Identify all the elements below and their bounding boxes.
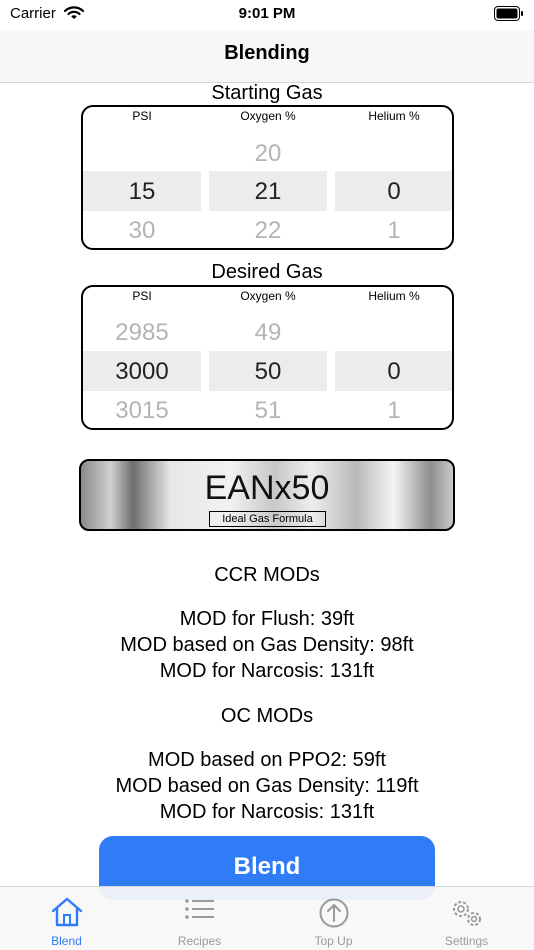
tab-recipes[interactable]: Recipes	[133, 887, 266, 950]
desired-helium-below[interactable]: 1	[335, 397, 452, 425]
status-bar: Carrier 9:01 PM	[0, 0, 534, 30]
tab-settings-label: Settings	[444, 934, 489, 948]
starting-gas-picker[interactable]: PSI Oxygen % Helium % 15 30 20 21 22 0 1	[81, 105, 454, 250]
starting-oxygen-selected[interactable]: 21	[209, 178, 327, 206]
starting-oxygen-below[interactable]: 22	[209, 217, 327, 245]
desired-psi-below[interactable]: 3015	[83, 397, 201, 425]
mix-badge: EANx50 Ideal Gas Formula	[79, 459, 455, 531]
oc-mods-title: OC MODs	[220, 705, 314, 727]
tab-blend-label: Blend	[51, 934, 82, 948]
starting-helium-header: Helium %	[368, 109, 420, 123]
oc-mod-line: MOD for Narcosis: 131ft	[159, 801, 375, 823]
starting-oxygen-header: Oxygen %	[240, 109, 296, 123]
tab-settings[interactable]: Settings	[400, 887, 533, 950]
desired-psi-above[interactable]: 2985	[83, 319, 201, 347]
tab-top-up-label: Top Up	[314, 934, 353, 948]
starting-helium-selected[interactable]: 0	[335, 178, 452, 206]
ccr-mods-title: CCR MODs	[214, 564, 320, 586]
starting-psi-below[interactable]: 30	[83, 217, 201, 245]
page-title: Blending	[224, 42, 310, 64]
desired-oxygen-below[interactable]: 51	[209, 397, 327, 425]
desired-psi-selected[interactable]: 3000	[83, 358, 201, 386]
ccr-mod-line: MOD for Narcosis: 131ft	[159, 660, 375, 682]
arrow-up-circle-icon	[319, 898, 348, 928]
desired-oxygen-selected[interactable]: 50	[209, 358, 327, 386]
tab-blend[interactable]: Blend	[0, 887, 133, 950]
desired-helium-header: Helium %	[368, 289, 420, 303]
mix-name: EANx50	[204, 469, 330, 507]
tab-top-up[interactable]: Top Up	[267, 887, 400, 950]
desired-helium-selected[interactable]: 0	[335, 358, 452, 386]
gears-icon	[452, 901, 481, 926]
desired-psi-header: PSI	[132, 289, 152, 303]
mix-formula: Ideal Gas Formula	[209, 511, 326, 527]
oc-mod-line: MOD based on PPO2: 59ft	[148, 749, 386, 771]
desired-gas-label: Desired Gas	[211, 261, 323, 283]
list-icon	[184, 899, 214, 919]
desired-oxygen-above[interactable]: 49	[209, 319, 327, 347]
starting-gas-label: Starting Gas	[211, 82, 323, 104]
starting-psi-header: PSI	[132, 109, 152, 123]
oc-mod-line: MOD based on Gas Density: 119ft	[115, 775, 419, 797]
ccr-mod-line: MOD based on Gas Density: 98ft	[120, 634, 414, 656]
ccr-mod-line: MOD for Flush: 39ft	[179, 608, 355, 630]
starting-oxygen-above[interactable]: 20	[209, 140, 327, 168]
status-time: 9:01 PM	[238, 5, 296, 22]
starting-psi-selected[interactable]: 15	[83, 178, 201, 206]
tab-bar: Blend Recipes Top Up Settings	[0, 886, 534, 950]
navigation-bar: Blending	[0, 30, 534, 83]
starting-helium-below[interactable]: 1	[335, 217, 452, 245]
battery-icon	[494, 6, 524, 21]
tab-recipes-label: Recipes	[177, 934, 222, 948]
desired-gas-picker[interactable]: PSI Oxygen % Helium % 2985 3000 3015 49 …	[81, 285, 454, 430]
house-icon	[51, 897, 82, 927]
desired-oxygen-header: Oxygen %	[240, 289, 296, 303]
